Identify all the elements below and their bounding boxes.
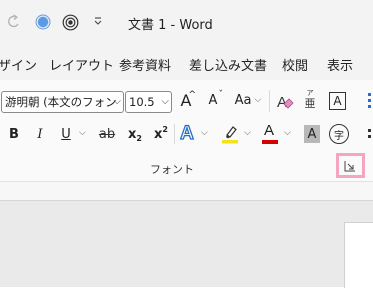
tab-references[interactable]: 参考資料 — [119, 55, 171, 74]
paragraph-more-icon[interactable] — [368, 129, 371, 132]
paragraph-bullets-icon-c — [368, 105, 371, 108]
separator — [174, 124, 175, 144]
bold-button[interactable]: B — [6, 123, 22, 145]
character-border-button[interactable]: A — [329, 92, 346, 110]
font-group-label: フォント — [150, 163, 194, 176]
chevron-down-icon: ⌵ — [254, 95, 262, 105]
ruby-base-text: 亜 — [304, 97, 316, 110]
font-color-chevron-down-icon[interactable]: ⌵ — [284, 128, 291, 138]
highlighter-icon[interactable] — [221, 124, 239, 144]
caret-up-icon: ^ — [188, 90, 196, 100]
superscript-button[interactable]: x2 — [152, 123, 170, 145]
shrink-font-glyph: A — [208, 92, 218, 108]
shrink-font-button[interactable]: A ˇ — [203, 89, 223, 111]
font-color-glyph: A — [264, 122, 275, 139]
highlight-chevron-down-icon[interactable]: ⌵ — [244, 128, 251, 138]
canvas-divider — [0, 200, 373, 201]
change-case-button[interactable]: Aa ⌵ — [231, 89, 265, 111]
font-color-swatch — [262, 140, 278, 144]
font-size-value: 10.5 — [129, 95, 155, 109]
separator — [269, 90, 270, 112]
subscript-2: 2 — [136, 133, 142, 143]
font-size-combo[interactable]: 10.5 ⌵ — [125, 91, 172, 113]
underline-button[interactable]: U — [57, 123, 75, 145]
text-effects-chevron-down-icon[interactable]: ⌵ — [201, 128, 208, 138]
superscript-x: x — [154, 126, 163, 142]
strikethrough-button[interactable]: ab — [96, 123, 118, 145]
tab-layout[interactable]: レイアウト — [49, 55, 114, 74]
chevron-down-icon: ⌵ — [161, 96, 169, 107]
phonetic-guide-button[interactable]: ア 亜 — [302, 89, 318, 113]
paragraph-bullets-icon[interactable] — [368, 93, 371, 96]
change-case-glyph: Aa — [234, 92, 252, 108]
touch-mode-icon[interactable] — [62, 14, 79, 31]
paragraph-more-icon-b — [368, 135, 371, 138]
subscript-button[interactable]: x2 — [126, 123, 144, 145]
autosave-dot-icon[interactable] — [35, 14, 51, 30]
customize-qat-icon[interactable] — [93, 16, 103, 26]
font-color-button[interactable]: A — [262, 122, 278, 146]
undo-icon[interactable] — [6, 13, 22, 29]
tab-view[interactable]: 表示 — [327, 55, 353, 74]
subscript-x: x — [128, 126, 137, 142]
ribbon-home-font-group: 游明朝 (本文のフォン ⌵ 10.5 ⌵ A ^ A ˇ Aa ⌵ A ア 亜 … — [0, 80, 373, 182]
tab-mailings[interactable]: 差し込み文書 — [189, 55, 267, 74]
ruby-top-text: ア — [306, 89, 314, 97]
enclose-characters-button[interactable]: 字 — [329, 124, 349, 144]
font-name-combo[interactable]: 游明朝 (本文のフォン ⌵ — [1, 91, 124, 113]
character-shading-button[interactable]: A — [304, 125, 320, 143]
tab-review[interactable]: 校閲 — [282, 55, 308, 74]
caret-down-icon: ˇ — [218, 90, 224, 100]
font-dialog-launcher-icon[interactable] — [344, 160, 356, 172]
clear-formatting-icon[interactable]: A — [275, 92, 295, 112]
font-name-value: 游明朝 (本文のフォン — [5, 95, 117, 109]
window-title: 文書 1 - Word — [128, 18, 213, 33]
document-page[interactable] — [344, 222, 373, 288]
underline-chevron-down-icon[interactable]: ⌵ — [79, 128, 86, 138]
tab-design[interactable]: ザイン — [0, 55, 37, 74]
grow-font-button[interactable]: A ^ — [176, 89, 196, 111]
title-bar: 文書 1 - Word — [0, 0, 373, 46]
ribbon-tabs: ザイン レイアウト 参考資料 差し込み文書 校閲 表示 — [0, 46, 373, 80]
text-effects-button[interactable]: A — [178, 122, 196, 146]
italic-button[interactable]: I — [32, 123, 48, 145]
chevron-down-icon: ⌵ — [113, 96, 121, 107]
text-effects-glyph: A — [179, 122, 194, 144]
ruler-strip — [0, 182, 373, 200]
paragraph-bullets-icon-b — [368, 99, 371, 102]
superscript-2: 2 — [162, 124, 168, 134]
